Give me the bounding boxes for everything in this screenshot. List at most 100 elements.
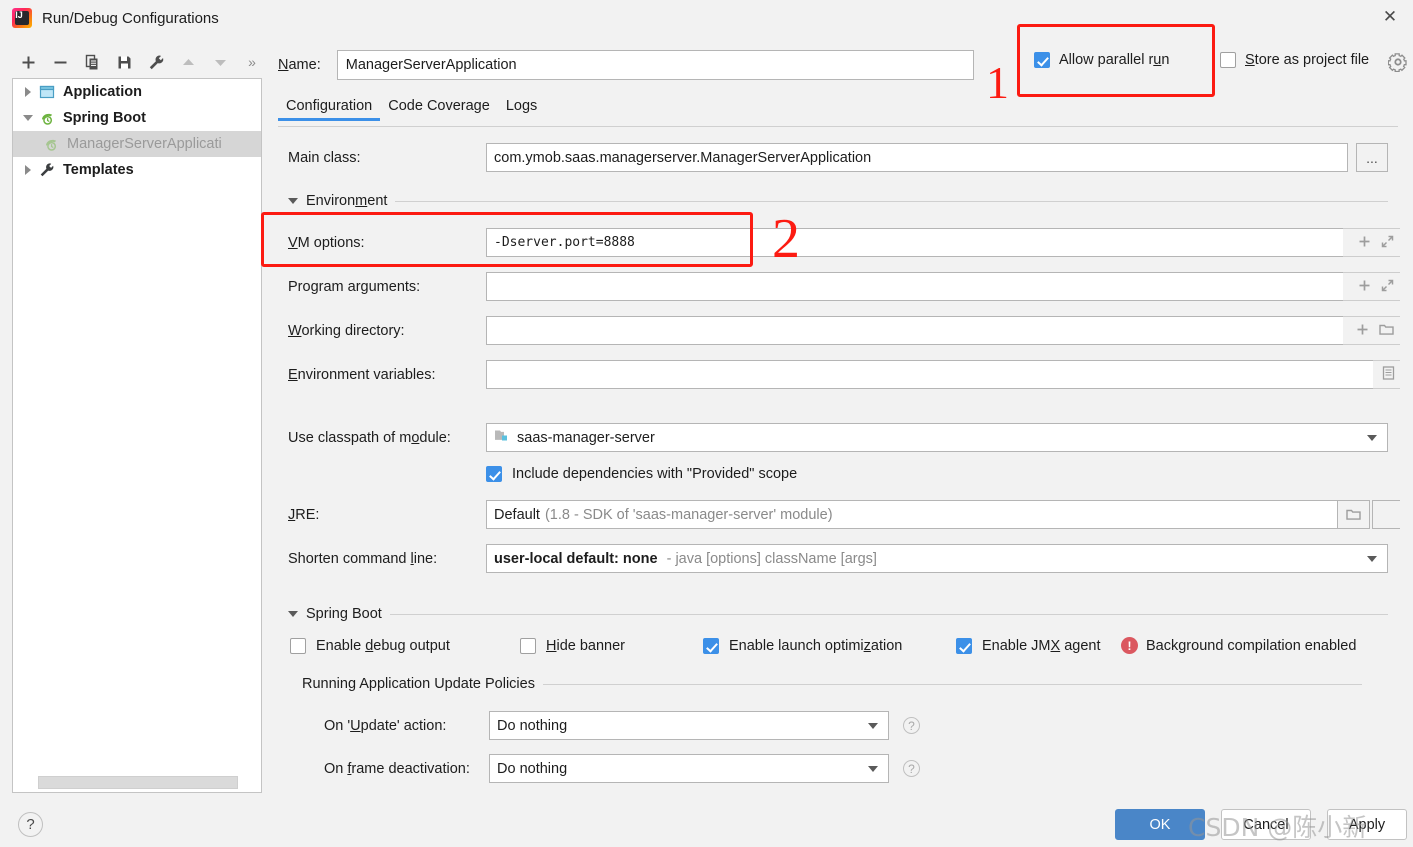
expand-arrow-right-icon[interactable] — [19, 79, 37, 105]
on-update-action-combobox[interactable]: Do nothing — [489, 711, 889, 740]
plus-icon[interactable] — [1358, 235, 1371, 251]
add-configuration-button[interactable] — [12, 47, 44, 77]
tree-item-templates[interactable]: Templates — [13, 157, 261, 183]
scrollbar-thumb[interactable] — [38, 776, 238, 789]
help-button[interactable]: ? — [18, 812, 43, 837]
on-frame-deactivation-value: Do nothing — [497, 760, 568, 777]
chevron-down-icon[interactable] — [868, 722, 878, 729]
copy-configuration-button[interactable] — [76, 47, 108, 77]
cancel-button[interactable]: Cancel — [1221, 809, 1311, 840]
collapse-arrow-down-icon[interactable] — [19, 105, 37, 131]
gear-icon[interactable] — [1387, 52, 1410, 74]
folder-icon[interactable] — [1379, 323, 1394, 339]
hide-banner-checkbox[interactable]: Hide banner — [520, 638, 625, 654]
chevron-down-icon[interactable] — [868, 765, 878, 772]
update-policies-section-header: Running Application Update Policies — [302, 676, 1362, 692]
enable-jmx-agent-label: Enable JMX agent — [982, 638, 1101, 654]
name-input[interactable]: ManagerServerApplication — [336, 50, 974, 80]
remove-configuration-button[interactable] — [44, 47, 76, 77]
edit-templates-wrench-icon[interactable] — [140, 47, 172, 77]
application-icon — [37, 82, 57, 102]
environment-variables-label: Environment variables: — [288, 366, 436, 383]
chevron-down-icon[interactable] — [1367, 434, 1377, 441]
use-classpath-label: Use classpath of module: — [288, 429, 451, 446]
program-arguments-input[interactable] — [486, 272, 1344, 301]
spring-boot-icon — [41, 134, 61, 154]
tab-code-coverage[interactable]: Code Coverage — [380, 98, 498, 121]
allow-parallel-run-checkbox[interactable]: Allow parallel run — [1034, 52, 1169, 68]
allow-parallel-run-checkbox-box[interactable] — [1034, 52, 1050, 68]
environment-section-header[interactable]: Environment — [288, 193, 1388, 209]
tree-item-label: Spring Boot — [63, 110, 146, 126]
allow-parallel-run-label: Allow parallel run — [1059, 52, 1170, 68]
store-as-project-file-checkbox-box[interactable] — [1220, 52, 1236, 68]
ok-button[interactable]: OK — [1115, 809, 1205, 840]
shorten-command-line-combobox[interactable]: user-local default: none - java [options… — [486, 544, 1388, 573]
title-bar: IJ Run/Debug Configurations ✕ — [0, 0, 1413, 36]
error-icon: ! — [1121, 637, 1138, 654]
working-directory-label: Working directory: — [288, 322, 405, 339]
enable-launch-optimization-checkbox[interactable]: Enable launch optimization — [703, 638, 902, 654]
enable-jmx-agent-checkbox-box[interactable] — [956, 638, 972, 654]
working-directory-row: Working directory: — [288, 316, 1405, 345]
expand-icon[interactable] — [1381, 279, 1394, 295]
section-divider — [389, 613, 1388, 615]
enable-debug-output-checkbox-box[interactable] — [290, 638, 306, 654]
tree-horizontal-scrollbar[interactable] — [14, 775, 261, 791]
spring-boot-icon — [37, 108, 57, 128]
hide-banner-label: Hide banner — [546, 638, 626, 654]
list-icon[interactable] — [1382, 366, 1395, 383]
tab-logs[interactable]: Logs — [498, 98, 545, 121]
tree-item-spring-boot[interactable]: Spring Boot — [13, 105, 261, 131]
jre-input[interactable]: Default (1.8 - SDK of 'saas-manager-serv… — [486, 500, 1338, 529]
chevron-down-icon[interactable] — [288, 611, 298, 617]
main-class-label: Main class: — [288, 149, 361, 166]
help-icon[interactable]: ? — [903, 717, 920, 734]
tree-item-application[interactable]: Application — [13, 79, 261, 105]
working-directory-input[interactable] — [486, 316, 1344, 345]
jre-browse-button[interactable] — [1338, 500, 1370, 529]
include-provided-checkbox-box[interactable] — [486, 466, 502, 482]
store-as-project-file-checkbox[interactable]: Store as project file — [1220, 52, 1369, 68]
expand-icon[interactable] — [1381, 235, 1394, 251]
tabs-divider — [278, 126, 1398, 127]
close-icon[interactable]: ✕ — [1367, 0, 1413, 34]
vm-options-input[interactable]: -Dserver.port=8888 — [486, 228, 1344, 257]
help-icon[interactable]: ? — [903, 760, 920, 777]
expand-arrow-right-icon[interactable] — [19, 157, 37, 183]
include-provided-checkbox[interactable]: Include dependencies with "Provided" sco… — [486, 466, 797, 482]
configuration-tabs: Configuration Code Coverage Logs — [278, 98, 1398, 128]
plus-icon[interactable] — [1358, 279, 1371, 295]
main-class-browse-button[interactable]: ... — [1356, 143, 1388, 172]
content-vertical-scrollbar[interactable] — [1400, 131, 1412, 793]
enable-jmx-agent-checkbox[interactable]: Enable JMX agent — [956, 638, 1101, 654]
apply-button[interactable]: Apply — [1327, 809, 1407, 840]
use-classpath-combobox[interactable]: saas-manager-server — [486, 423, 1388, 452]
on-frame-deactivation-combobox[interactable]: Do nothing — [489, 754, 889, 783]
main-class-input[interactable]: com.ymob.saas.managerserver.ManagerServe… — [486, 143, 1348, 172]
jre-label: JRE: — [288, 506, 320, 523]
use-classpath-value: saas-manager-server — [517, 429, 655, 446]
spring-boot-section-header[interactable]: Spring Boot — [288, 606, 1388, 622]
save-configuration-button[interactable] — [108, 47, 140, 77]
on-update-action-row: On 'Update' action: Do nothing ? — [324, 711, 920, 740]
chevron-down-icon[interactable] — [1367, 555, 1377, 562]
chevron-down-icon[interactable] — [288, 198, 298, 204]
more-options-label: » — [248, 54, 256, 70]
program-arguments-row: Program arguments: — [288, 272, 1405, 301]
configurations-tree[interactable]: Application Spring Boot ManagerServerApp… — [12, 78, 262, 793]
move-up-icon[interactable] — [172, 47, 204, 77]
use-classpath-row: Use classpath of module: saas-manager-se… — [288, 423, 1388, 452]
on-frame-deactivation-row: On frame deactivation: Do nothing ? — [324, 754, 920, 783]
tab-configuration[interactable]: Configuration — [278, 98, 381, 121]
enable-debug-output-checkbox[interactable]: Enable debug output — [290, 638, 450, 654]
more-options-button[interactable]: » — [236, 47, 268, 77]
tree-item-managerserverapplication[interactable]: ManagerServerApplicati — [13, 131, 261, 157]
jre-row: JRE: Default (1.8 - SDK of 'saas-manager… — [288, 500, 1404, 529]
environment-variables-input[interactable] — [486, 360, 1374, 389]
plus-icon[interactable] — [1356, 323, 1369, 339]
move-down-icon[interactable] — [204, 47, 236, 77]
hide-banner-checkbox-box[interactable] — [520, 638, 536, 654]
enable-launch-optimization-checkbox-box[interactable] — [703, 638, 719, 654]
enable-debug-output-label: Enable debug output — [316, 638, 450, 654]
